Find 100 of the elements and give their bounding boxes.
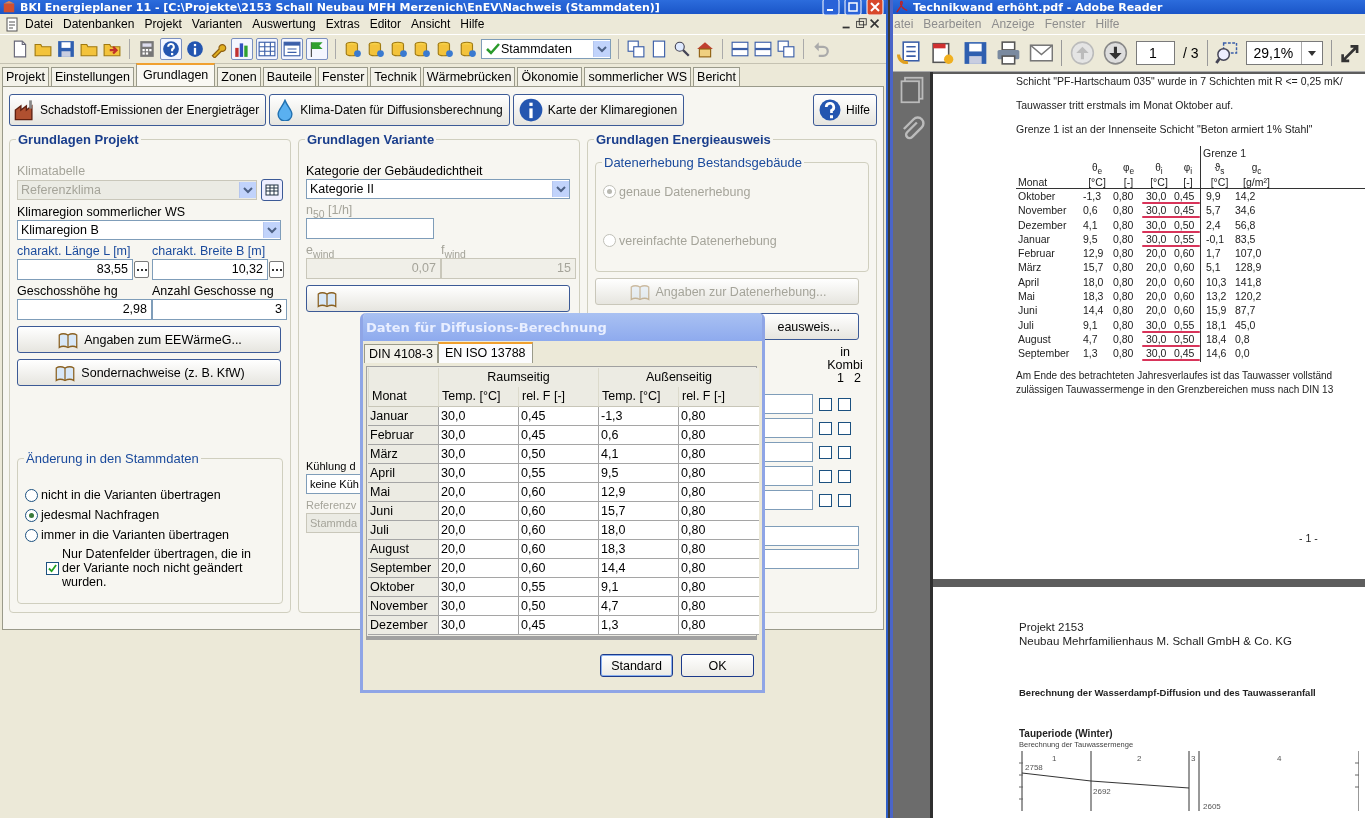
menu-item[interactable]: Editor — [364, 17, 406, 31]
table-cell[interactable]: 0,80 — [678, 597, 759, 616]
restore-icon[interactable] — [854, 17, 868, 31]
book-button[interactable]: Sondernachweise (z. B. KfW) — [17, 359, 281, 386]
table-cell[interactable]: 0,60 — [518, 559, 598, 578]
tab[interactable]: Bauteile — [262, 67, 316, 86]
table-cell[interactable]: 9,1 — [598, 578, 678, 597]
table-icon[interactable] — [256, 38, 278, 60]
menu-item[interactable]: Datei — [20, 17, 58, 31]
book-button[interactable]: Angaben zum EEWärmeG... — [17, 326, 281, 353]
checkbox[interactable] — [819, 397, 832, 411]
documents-icon[interactable] — [897, 40, 922, 66]
table-cell[interactable]: 30,0 — [438, 578, 518, 597]
tab[interactable]: Projekt — [2, 67, 49, 86]
table-cell[interactable]: 20,0 — [438, 502, 518, 521]
toolbar-button[interactable]: Klima-Daten für Diffusionsberechnung — [269, 94, 510, 126]
database-icon[interactable] — [458, 39, 478, 59]
layout-icon[interactable] — [730, 39, 750, 59]
checkbox[interactable] — [819, 493, 832, 507]
table-cell[interactable]: 0,60 — [518, 540, 598, 559]
checkbox[interactable] — [838, 445, 851, 459]
arrow-down-icon[interactable] — [1103, 40, 1129, 66]
table-cell[interactable]: 20,0 — [438, 559, 518, 578]
table-cell[interactable]: 18,3 — [598, 540, 678, 559]
table-cell[interactable]: 15,7 — [598, 502, 678, 521]
document-icon[interactable] — [929, 40, 955, 66]
radio-button[interactable] — [25, 488, 38, 502]
tab[interactable]: sommerlicher WS — [584, 67, 692, 86]
table-cell[interactable]: 30,0 — [438, 464, 518, 483]
table-cell[interactable]: 4,1 — [598, 445, 678, 464]
checkbox[interactable] — [819, 445, 832, 459]
table-cell[interactable]: 0,50 — [518, 445, 598, 464]
book-button[interactable] — [306, 285, 570, 312]
category-dropdown[interactable]: Kategorie II — [306, 179, 570, 199]
table-cell[interactable]: 18,0 — [598, 521, 678, 540]
table-cell[interactable]: 30,0 — [438, 597, 518, 616]
view-dropdown[interactable]: Stammdaten — [481, 39, 611, 59]
calendar-button[interactable] — [261, 179, 283, 201]
table-cell[interactable]: 30,0 — [438, 445, 518, 464]
standard-button[interactable]: Standard — [600, 654, 673, 677]
table-cell[interactable]: 0,80 — [678, 464, 759, 483]
database-icon[interactable] — [412, 39, 432, 59]
radio-button[interactable] — [25, 528, 38, 542]
checkbox[interactable] — [838, 397, 851, 411]
bar-chart-icon[interactable] — [231, 38, 253, 60]
layout-icon[interactable] — [753, 39, 773, 59]
table-cell[interactable]: 0,60 — [518, 521, 598, 540]
zoom-dropdown[interactable]: 29,1% — [1246, 41, 1324, 65]
database-icon[interactable] — [389, 39, 409, 59]
tab[interactable]: EN ISO 13788 — [437, 342, 533, 363]
menu-item[interactable]: Ansicht — [406, 17, 456, 31]
table-cell[interactable]: 0,80 — [678, 521, 759, 540]
table-cell[interactable]: 0,80 — [678, 559, 759, 578]
tab[interactable]: Grundlagen — [135, 63, 216, 86]
table-cell[interactable]: 0,80 — [678, 578, 759, 597]
region-dropdown[interactable]: Klimaregion B — [17, 220, 281, 240]
tab[interactable]: Zonen — [217, 67, 261, 86]
checkbox[interactable] — [838, 469, 851, 483]
tab[interactable]: Wärmebrücken — [422, 67, 516, 86]
table-cell[interactable]: 0,50 — [518, 597, 598, 616]
checkbox[interactable] — [838, 493, 851, 507]
table-cell[interactable]: 0,80 — [678, 445, 759, 464]
table-cell[interactable]: 30,0 — [438, 616, 518, 635]
table-cell[interactable]: 14,4 — [598, 559, 678, 578]
flag-icon[interactable] — [306, 38, 328, 60]
page-number-field[interactable]: 1 — [1136, 41, 1175, 65]
radio-button[interactable] — [25, 508, 38, 522]
ok-button[interactable]: OK — [681, 654, 754, 677]
tab[interactable]: Ökonomie — [517, 67, 583, 86]
menu-item[interactable]: Hilfe — [455, 17, 490, 31]
windows-icon[interactable] — [776, 39, 796, 59]
table-cell[interactable]: 0,55 — [518, 464, 598, 483]
help-button[interactable]: Hilfe — [813, 94, 877, 126]
checkbox[interactable] — [819, 421, 832, 435]
table-cell[interactable]: 0,80 — [678, 502, 759, 521]
table-cell[interactable]: 0,45 — [518, 407, 598, 426]
menu-item[interactable]: Datenbanken — [58, 17, 140, 31]
table-cell[interactable]: 0,45 — [518, 426, 598, 445]
table-cell[interactable]: 20,0 — [438, 521, 518, 540]
table-cell[interactable]: 30,0 — [438, 407, 518, 426]
menu-item[interactable]: Varianten — [186, 17, 248, 31]
tab[interactable]: DIN 4108-3 — [364, 344, 438, 363]
table-cell[interactable]: 20,0 — [438, 540, 518, 559]
toolbar-button[interactable]: Schadstoff-Emissionen der Energieträger — [9, 94, 267, 126]
help-icon[interactable] — [160, 38, 182, 60]
table-cell[interactable]: 0,55 — [518, 578, 598, 597]
table-cell[interactable]: -1,3 — [598, 407, 678, 426]
menu-item[interactable]: Auswertung — [247, 17, 321, 31]
table-cell[interactable]: 1,3 — [598, 616, 678, 635]
number-field[interactable]: 3 — [152, 299, 287, 320]
table-cell[interactable]: 0,80 — [678, 540, 759, 559]
database-icon[interactable] — [366, 39, 386, 59]
menu-item[interactable]: Extras — [320, 17, 365, 31]
browse-button[interactable] — [269, 261, 284, 278]
table-cell[interactable]: 9,5 — [598, 464, 678, 483]
calendar-icon[interactable] — [281, 38, 303, 60]
database-icon[interactable] — [435, 39, 455, 59]
minimize-icon[interactable] — [822, 0, 840, 15]
table-cell[interactable]: 4,7 — [598, 597, 678, 616]
table-cell[interactable]: 0,80 — [678, 426, 759, 445]
